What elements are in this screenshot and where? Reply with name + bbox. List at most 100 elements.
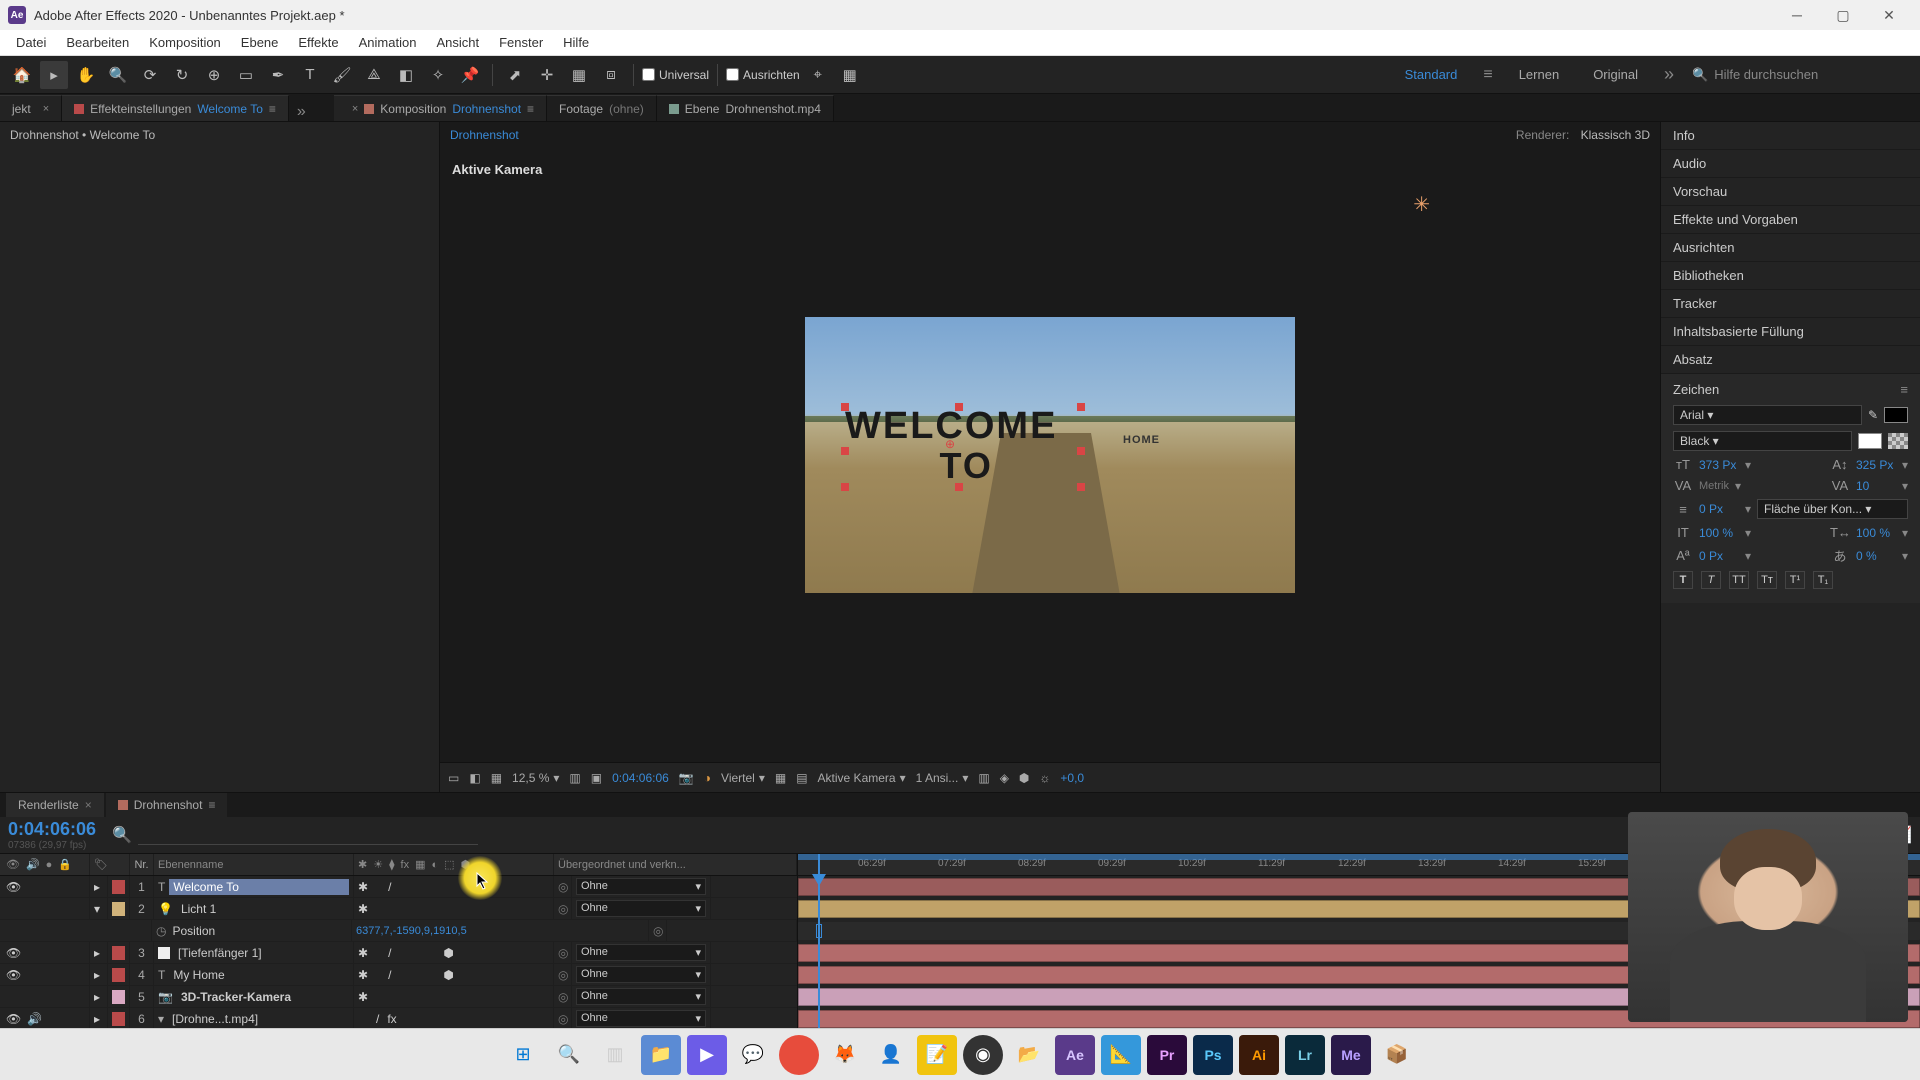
pickwhip-icon[interactable]: ◎ bbox=[554, 986, 572, 1007]
no-color-swatch[interactable] bbox=[1888, 433, 1908, 449]
panel-menu-icon[interactable]: ≡ bbox=[208, 798, 215, 812]
parent-select[interactable]: Ohne▾ bbox=[576, 966, 706, 983]
axis-3d-icon[interactable]: ⧈ bbox=[597, 61, 625, 89]
layer-row-1[interactable]: 👁🔊 ▸ 1 TWelcome To ✱/ ◎ Ohne▾ bbox=[0, 876, 797, 898]
comp-tab[interactable]: × Komposition Drohnenshot ≡ bbox=[334, 95, 547, 121]
photoshop-icon[interactable]: Ps bbox=[1193, 1035, 1233, 1075]
transparency-grid-icon[interactable]: ▦ bbox=[491, 771, 502, 785]
region-icon[interactable]: ▣ bbox=[591, 771, 602, 785]
magnification-icon[interactable]: ▭ bbox=[448, 771, 459, 785]
stroke-width-value[interactable]: 0 Px bbox=[1699, 502, 1739, 516]
menu-ansicht[interactable]: Ansicht bbox=[426, 32, 489, 53]
view-axis-icon[interactable]: ▦ bbox=[565, 61, 593, 89]
roto-tool[interactable]: ✧ bbox=[424, 61, 452, 89]
menu-effekte[interactable]: Effekte bbox=[288, 32, 348, 53]
renderer-value[interactable]: Klassisch 3D bbox=[1581, 128, 1650, 142]
layer-tab[interactable]: Ebene Drohnenshot.mp4 bbox=[657, 95, 834, 121]
font-family-select[interactable]: Arial ▾ bbox=[1673, 405, 1862, 425]
viewer-timecode[interactable]: 0:04:06:06 bbox=[612, 771, 669, 785]
fast-preview-icon[interactable]: ▥ bbox=[569, 771, 580, 785]
expression-pickwhip-icon[interactable]: ◎ bbox=[649, 920, 667, 941]
minimize-button[interactable]: ─ bbox=[1774, 0, 1820, 30]
layer-row-6[interactable]: 👁🔊 ▸ 6 ▾[Drohne...t.mp4] /fx ◎ Ohne▾ bbox=[0, 1008, 797, 1030]
pickwhip-icon[interactable]: ◎ bbox=[554, 942, 572, 963]
after-effects-icon[interactable]: Ae bbox=[1055, 1035, 1095, 1075]
leading-value[interactable]: 325 Px bbox=[1856, 458, 1896, 472]
snap-checkbox[interactable] bbox=[642, 68, 655, 81]
guides-icon[interactable]: ▤ bbox=[796, 771, 807, 785]
superscript-button[interactable]: T¹ bbox=[1785, 571, 1805, 589]
vscale-value[interactable]: 100 % bbox=[1699, 526, 1739, 540]
clone-tool[interactable]: ⟁ bbox=[360, 61, 388, 89]
pickwhip-icon[interactable]: ◎ bbox=[554, 964, 572, 985]
bold-button[interactable]: T bbox=[1673, 571, 1693, 589]
firefox-icon[interactable]: 🦊 bbox=[825, 1035, 865, 1075]
rotate-tool[interactable]: ↻ bbox=[168, 61, 196, 89]
panel-menu-icon[interactable]: ≡ bbox=[527, 102, 534, 116]
snapshot-icon[interactable]: 📷 bbox=[679, 771, 694, 785]
close-icon[interactable]: × bbox=[352, 103, 358, 115]
hscale-value[interactable]: 100 % bbox=[1856, 526, 1896, 540]
render-queue-tab[interactable]: Renderliste × bbox=[6, 793, 104, 817]
mask-icon[interactable]: ◈ bbox=[1000, 771, 1009, 785]
menu-bearbeiten[interactable]: Bearbeiten bbox=[56, 32, 139, 53]
parent-select[interactable]: Ohne▾ bbox=[576, 988, 706, 1005]
start-button[interactable]: ⊞ bbox=[503, 1035, 543, 1075]
app-icon-1[interactable]: ▶ bbox=[687, 1035, 727, 1075]
align-grid-icon[interactable]: ▦ bbox=[836, 61, 864, 89]
exposure-value[interactable]: +0,0 bbox=[1060, 771, 1084, 785]
menu-fenster[interactable]: Fenster bbox=[489, 32, 553, 53]
fill-color-swatch[interactable] bbox=[1884, 407, 1908, 423]
views-select[interactable]: 1 Ansi...▾ bbox=[916, 771, 969, 785]
brush-tool[interactable]: 🖌 bbox=[328, 61, 356, 89]
app-icon-4[interactable]: 📝 bbox=[917, 1035, 957, 1075]
menu-hilfe[interactable]: Hilfe bbox=[553, 32, 599, 53]
italic-button[interactable]: T bbox=[1701, 571, 1721, 589]
channel-icon[interactable]: ◑ bbox=[704, 771, 711, 785]
kerning-value[interactable]: Metrik bbox=[1699, 480, 1729, 492]
parent-select[interactable]: Ohne▾ bbox=[576, 900, 706, 917]
position-property-row[interactable]: ◷Position 6377,7,-1590,9,1910,5 ◎ bbox=[0, 920, 797, 942]
allcaps-button[interactable]: TT bbox=[1729, 571, 1749, 589]
folder-icon[interactable]: 📂 bbox=[1009, 1035, 1049, 1075]
panel-bibliotheken[interactable]: Bibliotheken bbox=[1661, 262, 1920, 290]
parent-select[interactable]: Ohne▾ bbox=[576, 944, 706, 961]
font-weight-select[interactable]: Black ▾ bbox=[1673, 431, 1852, 451]
layer-row-2[interactable]: ▾ 2 💡Licht 1 ✱ ◎ Ohne▾ bbox=[0, 898, 797, 920]
stopwatch-icon[interactable]: ◷ bbox=[156, 924, 166, 938]
panel-ausrichten[interactable]: Ausrichten bbox=[1661, 234, 1920, 262]
3d-icon[interactable]: ⬢ bbox=[1019, 771, 1029, 785]
hand-tool[interactable]: ✋ bbox=[72, 61, 100, 89]
panel-audio[interactable]: Audio bbox=[1661, 150, 1920, 178]
align-checkbox[interactable] bbox=[726, 68, 739, 81]
subscript-button[interactable]: T₁ bbox=[1813, 571, 1833, 589]
grid-icon[interactable]: ▦ bbox=[775, 771, 786, 785]
close-icon[interactable]: × bbox=[43, 103, 49, 115]
panel-content-aware[interactable]: Inhaltsbasierte Füllung bbox=[1661, 318, 1920, 346]
comp-breadcrumb[interactable]: Drohnenshot bbox=[450, 128, 519, 142]
pickwhip-icon[interactable]: ◎ bbox=[554, 876, 572, 897]
workspace-original[interactable]: Original bbox=[1585, 63, 1646, 86]
position-value[interactable]: 6377,7,-1590,9,1910,5 bbox=[356, 925, 467, 937]
layer-row-3[interactable]: 👁 ▸ 3 [Tiefenfänger 1] ✱/⬢ ◎ Ohne▾ bbox=[0, 942, 797, 964]
orbit-tool[interactable]: ⟳ bbox=[136, 61, 164, 89]
pan-behind-tool[interactable]: ⊕ bbox=[200, 61, 228, 89]
panel-menu-icon[interactable]: ≡ bbox=[1900, 382, 1908, 397]
timeline-comp-tab[interactable]: Drohnenshot ≡ bbox=[106, 793, 228, 817]
obs-icon[interactable]: ◉ bbox=[963, 1035, 1003, 1075]
parent-select[interactable]: Ohne▾ bbox=[576, 1010, 706, 1027]
explorer-icon[interactable]: 📁 bbox=[641, 1035, 681, 1075]
rect-tool[interactable]: ▭ bbox=[232, 61, 260, 89]
pen-tool[interactable]: ✒ bbox=[264, 61, 292, 89]
smallcaps-button[interactable]: Tᴛ bbox=[1757, 571, 1777, 589]
video-switch-icon[interactable]: 👁 bbox=[6, 858, 20, 871]
project-tab[interactable]: jekt× bbox=[0, 95, 62, 121]
eraser-tool[interactable]: ◧ bbox=[392, 61, 420, 89]
app-icon-6[interactable]: 📦 bbox=[1377, 1035, 1417, 1075]
eyedropper-icon[interactable]: ✎ bbox=[1868, 408, 1878, 422]
panel-info[interactable]: Info bbox=[1661, 122, 1920, 150]
tsume-value[interactable]: 0 % bbox=[1856, 549, 1896, 563]
panel-menu-icon[interactable]: ≡ bbox=[269, 102, 276, 116]
resolution-select[interactable]: Viertel▾ bbox=[721, 771, 765, 785]
zoom-tool[interactable]: 🔍 bbox=[104, 61, 132, 89]
